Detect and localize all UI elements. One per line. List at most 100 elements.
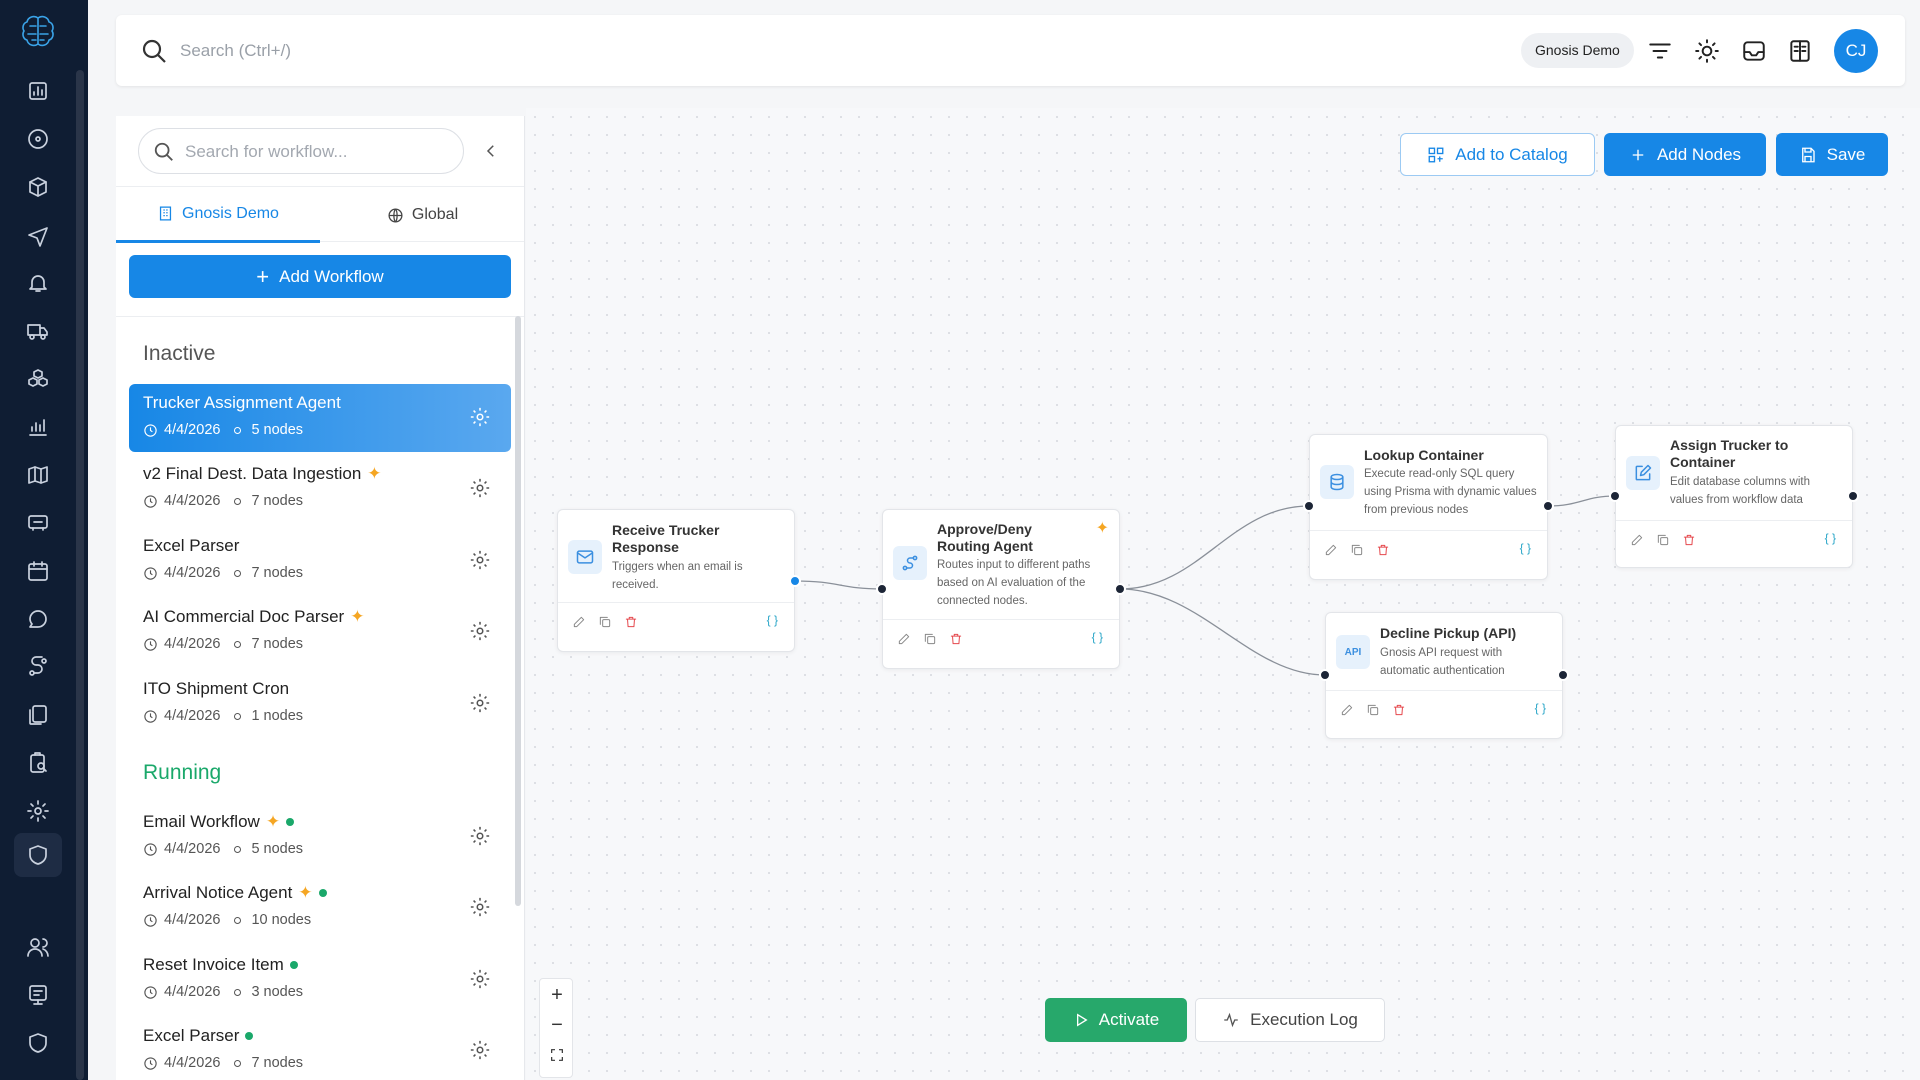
organization-selector[interactable]: Gnosis Demo xyxy=(1521,33,1634,68)
copy-icon[interactable] xyxy=(598,615,614,631)
route-icon[interactable] xyxy=(14,645,62,689)
monitor-icon[interactable] xyxy=(14,973,62,1017)
chat-icon[interactable] xyxy=(14,597,62,641)
dashboard-icon[interactable] xyxy=(14,69,62,113)
add-to-catalog-button[interactable]: Add to Catalog xyxy=(1400,133,1595,176)
shield-icon[interactable] xyxy=(14,833,62,877)
workflow-settings-gear-icon[interactable] xyxy=(469,477,493,501)
delivery-icon[interactable] xyxy=(14,501,62,545)
workflow-item[interactable]: Trucker Assignment Agent 4/4/2026 5 node… xyxy=(129,384,511,452)
node-lookup-container[interactable]: Lookup Container Execute read-only SQL q… xyxy=(1309,434,1548,580)
node-approve-deny-routing-agent[interactable]: ✦ Approve/Deny Routing Agent Routes inpu… xyxy=(882,509,1120,669)
tab-global[interactable]: Global xyxy=(320,187,524,243)
search-icon[interactable] xyxy=(140,37,168,65)
fit-view-button[interactable] xyxy=(540,1041,574,1069)
edit-icon[interactable] xyxy=(1324,543,1340,559)
node-receive-trucker-response[interactable]: Receive Trucker Response Triggers when a… xyxy=(557,509,795,652)
settings-icon[interactable] xyxy=(14,789,62,833)
workflow-item[interactable]: Email Workflow ✦ 4/4/2026 5 nodes xyxy=(129,803,511,871)
trash-icon[interactable] xyxy=(949,632,965,648)
copy-icon[interactable] xyxy=(1350,543,1366,559)
node-title: Lookup Container xyxy=(1364,447,1484,463)
node-output-handle[interactable] xyxy=(1114,583,1126,595)
user-avatar[interactable]: CJ xyxy=(1834,29,1878,73)
workflow-item[interactable]: Arrival Notice Agent ✦ 4/4/2026 10 nodes xyxy=(129,874,511,942)
trash-icon[interactable] xyxy=(1376,543,1392,559)
add-nodes-button[interactable]: Add Nodes xyxy=(1604,133,1766,176)
airplane-icon[interactable] xyxy=(14,213,62,257)
workflow-item[interactable]: Excel Parser 4/4/2026 7 nodes xyxy=(129,1017,511,1080)
route-icon xyxy=(893,546,927,580)
compass-icon[interactable] xyxy=(14,117,62,161)
zoom-in-button[interactable]: + xyxy=(540,981,574,1009)
inbox-icon[interactable] xyxy=(1738,35,1770,67)
edit-icon[interactable] xyxy=(1630,533,1646,549)
calendar-icon[interactable] xyxy=(14,549,62,593)
copy-icon[interactable] xyxy=(923,632,939,648)
collapse-panel-button[interactable] xyxy=(476,136,506,166)
workflow-settings-gear-icon[interactable] xyxy=(469,968,493,992)
bell-icon[interactable] xyxy=(14,261,62,305)
trash-icon[interactable] xyxy=(1682,533,1698,549)
boxes-icon[interactable] xyxy=(14,357,62,401)
copy-icon[interactable] xyxy=(1656,533,1672,549)
node-output-handle[interactable] xyxy=(1847,490,1859,502)
node-input-handle[interactable] xyxy=(1609,490,1621,502)
bar-chart-icon[interactable] xyxy=(14,405,62,449)
node-decline-pickup-api[interactable]: API Decline Pickup (API) Gnosis API requ… xyxy=(1325,612,1563,739)
node-output-handle[interactable] xyxy=(1542,500,1554,512)
truck-icon[interactable] xyxy=(14,309,62,353)
edit-icon[interactable] xyxy=(1340,703,1356,719)
workflow-item[interactable]: Reset Invoice Item 4/4/2026 3 nodes xyxy=(129,946,511,1014)
shield-outline-icon[interactable] xyxy=(14,1021,62,1065)
workflow-settings-gear-icon[interactable] xyxy=(469,692,493,716)
package-icon[interactable] xyxy=(14,165,62,209)
workflow-item[interactable]: Excel Parser 4/4/2026 7 nodes xyxy=(129,527,511,595)
node-input-handle[interactable] xyxy=(876,583,888,595)
edit-icon[interactable] xyxy=(897,632,913,648)
activate-button[interactable]: Activate xyxy=(1045,998,1187,1042)
workflow-settings-gear-icon[interactable] xyxy=(469,406,493,430)
book-icon[interactable] xyxy=(1784,35,1816,67)
workflow-settings-gear-icon[interactable] xyxy=(469,1039,493,1063)
workflow-list-scrollbar[interactable] xyxy=(515,316,521,906)
filter-icon[interactable] xyxy=(1644,35,1676,67)
node-output-handle[interactable] xyxy=(789,575,801,587)
documents-icon[interactable] xyxy=(14,693,62,737)
node-input-handle[interactable] xyxy=(1319,669,1331,681)
workflow-settings-gear-icon[interactable] xyxy=(469,549,493,573)
trash-icon[interactable] xyxy=(1392,703,1408,719)
clipboard-search-icon[interactable] xyxy=(14,741,62,785)
add-workflow-button[interactable]: + Add Workflow xyxy=(129,255,511,298)
theme-toggle-icon[interactable] xyxy=(1691,35,1723,67)
workflow-item[interactable]: v2 Final Dest. Data Ingestion ✦ 4/4/2026 … xyxy=(129,455,511,523)
copy-icon[interactable] xyxy=(1366,703,1382,719)
node-output-handle[interactable] xyxy=(1557,669,1569,681)
workflow-item[interactable]: AI Commercial Doc Parser ✦ 4/4/2026 7 nod… xyxy=(129,598,511,666)
tab-gnosis-demo[interactable]: Gnosis Demo xyxy=(116,187,320,243)
brain-logo-icon[interactable] xyxy=(14,10,62,54)
users-icon[interactable] xyxy=(14,925,62,969)
edit-icon[interactable] xyxy=(572,615,588,631)
node-input-handle[interactable] xyxy=(1303,500,1315,512)
node-data-braces[interactable]: { } xyxy=(1535,701,1546,715)
workflow-search-input[interactable] xyxy=(185,140,445,164)
node-data-braces[interactable]: { } xyxy=(1825,531,1836,545)
zoom-out-button[interactable]: − xyxy=(540,1011,574,1039)
workflow-settings-gear-icon[interactable] xyxy=(469,620,493,644)
node-data-braces[interactable]: { } xyxy=(1092,630,1103,644)
node-data-braces[interactable]: { } xyxy=(1520,541,1531,555)
globe-icon xyxy=(388,207,403,223)
save-button[interactable]: Save xyxy=(1776,133,1888,176)
workflow-settings-gear-icon[interactable] xyxy=(469,896,493,920)
global-search-input[interactable]: Search (Ctrl+/) xyxy=(180,41,291,61)
execution-log-button[interactable]: Execution Log xyxy=(1195,998,1385,1042)
node-assign-trucker-to-container[interactable]: Assign Trucker to Container Edit databas… xyxy=(1615,425,1853,568)
workflow-settings-gear-icon[interactable] xyxy=(469,825,493,849)
sidebar-scrollbar[interactable] xyxy=(76,70,84,1080)
map-icon[interactable] xyxy=(14,453,62,497)
workflow-item[interactable]: ITO Shipment Cron 4/4/2026 1 nodes xyxy=(129,670,511,738)
app-sidebar xyxy=(0,0,88,1080)
node-data-braces[interactable]: { } xyxy=(767,613,778,627)
trash-icon[interactable] xyxy=(624,615,640,631)
